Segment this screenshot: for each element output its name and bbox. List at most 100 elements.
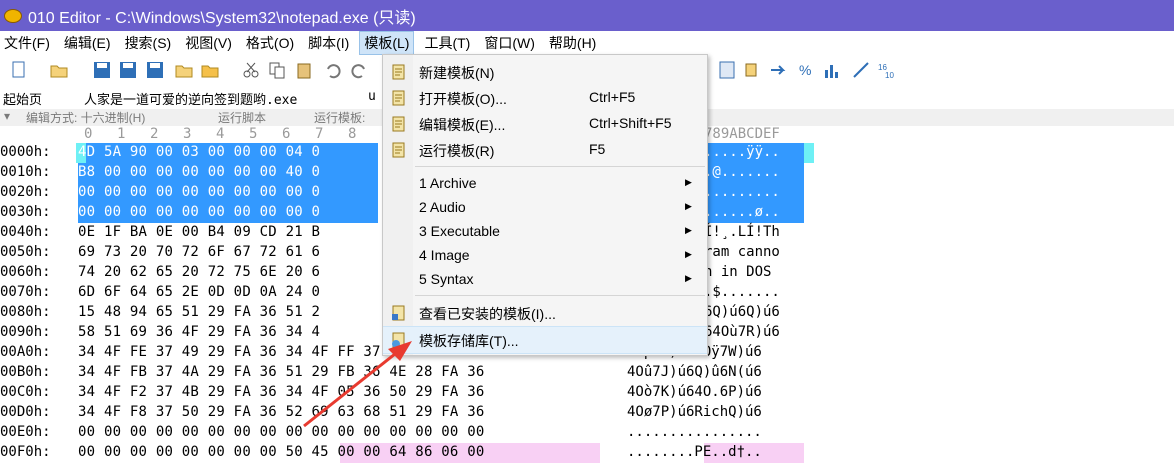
row-ascii[interactable]: n in DOS [704, 264, 771, 280]
menu-tools[interactable]: 工具(T) [420, 31, 474, 55]
row-bytes[interactable]: 74 20 62 65 20 72 75 6E 20 6 [78, 264, 320, 280]
save-all-icon[interactable] [146, 61, 164, 79]
percent-icon[interactable]: % [797, 61, 815, 79]
menu-item-label: 编辑模板(E)... [419, 117, 506, 133]
menu-new-template[interactable]: 新建模板(N) [383, 59, 707, 85]
save-icon[interactable] [93, 61, 111, 79]
row-address: 00D0h: [0, 404, 51, 420]
save-as-icon[interactable] [119, 61, 137, 79]
row-address: 0030h: [0, 204, 51, 220]
row-ascii[interactable]: ......... [704, 184, 780, 200]
row-ascii[interactable]: Í!¸.LÍ!Th [704, 224, 780, 240]
row-ascii[interactable]: ......ø.. [704, 204, 780, 220]
template-repository-icon [391, 332, 408, 348]
row-ascii[interactable]: 4Oò7K)ú64O.6P)ú6 [627, 384, 762, 400]
row-address: 0000h: [0, 144, 51, 160]
title-bar: 010 Editor - C:\Windows\System32\notepad… [0, 0, 1174, 31]
row-address: 00C0h: [0, 384, 51, 400]
col-header: 0 [84, 126, 93, 142]
menu-help[interactable]: 帮助(H) [545, 31, 600, 55]
menu-templates[interactable]: 模板(L) [359, 31, 415, 55]
row-address: 0010h: [0, 164, 51, 180]
row-ascii[interactable]: 6Q)ú6Q)ú6 [704, 304, 780, 320]
tab-exe-file[interactable]: 人家是一道可爱的逆向签到题哟.exe [84, 89, 297, 108]
copy-icon[interactable] [268, 61, 286, 79]
menu-item-label: 模板存储库(T)... [419, 333, 519, 349]
jump-icon[interactable] [770, 61, 788, 79]
tab-start-page[interactable]: 起始页 [3, 89, 42, 108]
row-ascii[interactable]: ................ [627, 424, 762, 440]
col-header: 2 [150, 126, 159, 142]
installed-templates-icon [391, 305, 408, 321]
row-bytes[interactable]: 00 00 00 00 00 00 00 00 00 00 00 00 00 0… [78, 424, 485, 440]
row-bytes[interactable]: 15 48 94 65 51 29 FA 36 51 2 [78, 304, 320, 320]
run-template-button[interactable]: 运行模板: [314, 109, 365, 126]
options-arrow-icon[interactable]: ▾ [4, 109, 10, 123]
row-bytes[interactable]: 00 00 00 00 00 00 00 00 00 0 [78, 184, 320, 200]
menu-window[interactable]: 窗口(W) [480, 31, 539, 55]
edit-mode-selector[interactable]: 编辑方式: 十六进制(H) [26, 109, 145, 126]
row-bytes[interactable]: 34 4F F8 37 50 29 FA 36 52 69 63 68 51 2… [78, 404, 485, 420]
menu-edit[interactable]: 编辑(E) [60, 31, 115, 55]
base-convert-icon[interactable]: 16 10 [878, 61, 896, 79]
row-address: 0080h: [0, 304, 51, 320]
menu-file[interactable]: 文件(F) [0, 31, 54, 55]
menu-item-label: 3 Executable [419, 223, 500, 239]
run-template-icon [391, 142, 408, 158]
menu-view-installed-templates[interactable]: 查看已安装的模板(I)... [383, 300, 707, 326]
col-header: 7 [315, 126, 324, 142]
open-folder-icon[interactable] [50, 61, 68, 79]
menu-search[interactable]: 搜索(S) [121, 31, 176, 55]
menu-syntax[interactable]: 5 Syntax ▶ [383, 267, 707, 293]
calculator-icon[interactable] [718, 61, 736, 79]
redo-icon[interactable] [350, 61, 368, 79]
new-file-icon[interactable] [10, 61, 28, 79]
menu-run-template[interactable]: 运行模板(R) F5 [383, 137, 707, 163]
cut-icon[interactable] [242, 61, 260, 79]
row-bytes[interactable]: 34 4F FB 37 4A 29 FA 36 51 29 FB 36 4E 2… [78, 364, 485, 380]
menu-open-template[interactable]: 打开模板(O)... Ctrl+F5 [383, 85, 707, 111]
row-ascii[interactable]: ram canno [704, 244, 780, 260]
svg-text:%: % [799, 62, 811, 78]
row-address: 0050h: [0, 244, 51, 260]
row-bytes[interactable]: 0E 1F BA 0E 00 B4 09 CD 21 B [78, 224, 320, 240]
row-bytes[interactable]: 69 73 20 70 72 6F 67 72 61 6 [78, 244, 320, 260]
row-bytes[interactable]: 58 51 69 36 4F 29 FA 36 34 4 [78, 324, 320, 340]
menu-template-repository[interactable]: 模板存储库(T)... [383, 326, 707, 354]
menu-archive[interactable]: 1 Archive ▶ [383, 171, 707, 197]
row-bytes[interactable]: 00 00 00 00 00 00 00 00 00 0 [78, 204, 320, 220]
workspace-icon[interactable] [201, 61, 219, 79]
menu-executable[interactable]: 3 Executable ▶ [383, 219, 707, 245]
row-ascii[interactable]: 4Oû7J)ú6Q)û6N(ú6 [627, 364, 762, 380]
row-bytes[interactable]: 4D 5A 90 00 03 00 00 00 04 0 [78, 144, 320, 160]
row-bytes[interactable]: B8 00 00 00 00 00 00 00 40 0 [78, 164, 320, 180]
hex-row: 00D0h: 34 4F F8 37 50 29 FA 36 52 69 63 … [0, 403, 1174, 423]
tab-third-file[interactable]: u [368, 89, 376, 104]
row-address: 00B0h: [0, 364, 51, 380]
row-ascii[interactable]: 64Où7R)ú6 [704, 324, 780, 340]
run-script-button[interactable]: 运行脚本 [218, 109, 266, 126]
menu-edit-template[interactable]: 编辑模板(E)... Ctrl+Shift+F5 [383, 111, 707, 137]
col-header: 4 [216, 126, 225, 142]
menu-item-label: 1 Archive [419, 175, 477, 191]
menu-audio[interactable]: 2 Audio ▶ [383, 195, 707, 221]
row-bytes[interactable]: 34 4F F2 37 4B 29 FA 36 34 4F 05 36 50 2… [78, 384, 485, 400]
menu-script[interactable]: 脚本(I) [304, 31, 353, 55]
checksum-icon[interactable] [852, 61, 870, 79]
paste-icon[interactable] [296, 61, 314, 79]
row-bytes[interactable]: 6D 6F 64 65 2E 0D 0D 0A 24 0 [78, 284, 320, 300]
histogram-icon[interactable] [823, 61, 841, 79]
row-ascii[interactable]: .$....... [704, 284, 780, 300]
row-address: 00A0h: [0, 344, 51, 360]
menu-format[interactable]: 格式(O) [242, 31, 298, 55]
row-ascii[interactable]: 4Oø7P)ú6RichQ)ú6 [627, 404, 762, 420]
hex-row: 00C0h: 34 4F F2 37 4B 29 FA 36 34 4F 05 … [0, 383, 1174, 403]
submenu-arrow-icon: ▶ [685, 273, 692, 283]
undo-icon[interactable] [324, 61, 342, 79]
menu-view[interactable]: 视图(V) [181, 31, 236, 55]
compare-icon[interactable] [745, 61, 763, 79]
row-ascii[interactable]: .....ÿÿ.. [704, 144, 780, 160]
row-ascii[interactable]: .@....... [704, 164, 780, 180]
folder-icon[interactable] [175, 61, 193, 79]
menu-image[interactable]: 4 Image ▶ [383, 243, 707, 269]
